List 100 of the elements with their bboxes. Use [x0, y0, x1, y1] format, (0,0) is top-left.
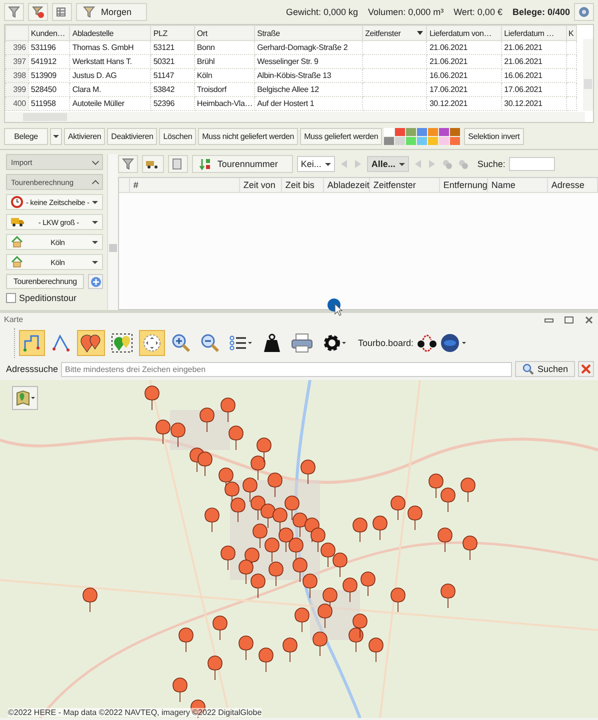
color-swatch[interactable] — [417, 128, 428, 136]
filter-button[interactable] — [4, 3, 24, 21]
group-icon[interactable] — [457, 158, 470, 170]
clear-button[interactable] — [578, 361, 594, 377]
preset-button[interactable]: Morgen — [76, 3, 147, 21]
sort-button[interactable]: Tourennummer — [192, 155, 293, 173]
table-cell: Belgische Allee 12 — [254, 82, 363, 96]
table-cell: 17.06.2021 — [426, 82, 502, 96]
column-header[interactable]: # — [130, 178, 240, 192]
color-swatch[interactable] — [439, 128, 450, 136]
route-tool-button[interactable] — [19, 330, 45, 356]
action-button[interactable]: Löschen — [159, 128, 196, 145]
action-button[interactable]: Aktivieren — [64, 128, 106, 145]
action-button[interactable]: Muss nicht geliefert werden — [198, 128, 298, 145]
caret-icon — [92, 220, 98, 224]
horizontal-scrollbar[interactable] — [5, 112, 585, 122]
color-swatch[interactable] — [428, 128, 438, 136]
column-header[interactable]: Straße — [254, 26, 363, 40]
caret-icon — [92, 200, 98, 204]
weight-icon — [262, 333, 282, 353]
columns-button[interactable] — [52, 3, 72, 21]
column-header[interactable]: Ort — [194, 26, 255, 40]
column-header[interactable]: Zeitfenster — [362, 26, 427, 40]
column-header[interactable]: Kunden… — [28, 26, 70, 40]
tour-dropdown[interactable]: Kei... — [296, 156, 336, 172]
vertical-scrollbar[interactable] — [583, 39, 593, 111]
color-swatch[interactable] — [417, 136, 428, 145]
color-swatch[interactable] — [428, 136, 438, 145]
map-drawing[interactable] — [0, 380, 598, 718]
search-icon — [522, 363, 534, 375]
table-cell: 16.06.2021 — [502, 68, 566, 82]
column-header[interactable]: Adresse — [548, 178, 598, 192]
group-icon[interactable] — [441, 158, 454, 170]
truck-button[interactable] — [142, 155, 164, 173]
caret-icon — [325, 162, 332, 166]
search-field[interactable] — [509, 157, 556, 171]
table-cell: Köln — [194, 68, 255, 82]
sort-icon — [199, 158, 212, 170]
color-swatch[interactable] — [406, 128, 416, 136]
color-swatch[interactable] — [384, 128, 394, 136]
table-cell: 50321 — [150, 54, 194, 68]
color-swatch[interactable] — [395, 128, 406, 136]
column-header[interactable]: Zeitfenster — [370, 178, 440, 192]
restore-icon[interactable] — [564, 316, 574, 324]
table-cell — [362, 96, 427, 110]
globe-icon[interactable] — [440, 333, 468, 353]
table-cell: Werkstatt Hans T. — [70, 54, 151, 68]
dropdown-button[interactable] — [50, 128, 62, 145]
column-header[interactable]: Lieferdatum … — [502, 26, 566, 40]
table-cell — [566, 96, 576, 110]
row-number: 398 — [6, 68, 28, 82]
checkbox[interactable] — [6, 293, 16, 303]
table-cell: Gerhard-Domagk-Straße 2 — [254, 40, 363, 54]
polyline-icon — [51, 333, 71, 353]
truck-icon — [146, 159, 160, 169]
color-swatch[interactable] — [384, 136, 394, 145]
vertical-scrollbar[interactable] — [107, 154, 118, 310]
action-button[interactable]: Deaktivieren — [107, 128, 158, 145]
color-swatch[interactable] — [395, 136, 406, 145]
column-header[interactable]: Name — [488, 178, 548, 192]
table-cell: 513909 — [28, 68, 70, 82]
funnel-icon — [8, 6, 20, 18]
column-header[interactable]: Lieferdatum von… — [426, 26, 502, 40]
color-swatch[interactable] — [450, 128, 460, 136]
filter-button[interactable] — [118, 155, 138, 173]
table-cell: 21.06.2021 — [502, 54, 566, 68]
action-button[interactable]: Muss geliefert werden — [300, 128, 382, 145]
documents-menu-button[interactable]: Belege — [4, 128, 48, 145]
close-icon[interactable] — [584, 316, 594, 324]
table-cell: 21.06.2021 — [426, 54, 502, 68]
column-header[interactable]: PLZ — [150, 26, 194, 40]
filter-dropdown[interactable]: Alle... — [367, 156, 410, 172]
column-header[interactable]: Zeit bis — [282, 178, 324, 192]
column-header[interactable]: Zeit von — [240, 178, 282, 192]
dropdown-arrow-icon[interactable] — [417, 31, 424, 35]
color-swatch[interactable] — [450, 136, 460, 145]
clear-filter-button[interactable] — [28, 3, 48, 21]
row-number: 397 — [6, 54, 28, 68]
settings-button[interactable] — [574, 3, 594, 21]
add-button[interactable] — [88, 274, 104, 289]
column-header[interactable]: Entfernung — [440, 178, 488, 192]
calculate-button[interactable]: Tourenberechnung — [6, 274, 84, 289]
color-swatch[interactable] — [406, 136, 416, 145]
table-cell — [362, 54, 427, 68]
column-header[interactable]: Abladezeit — [324, 178, 370, 192]
address-search-field[interactable]: Bitte mindestens drei Zeichen eingeben — [61, 362, 512, 376]
route-icon — [22, 333, 42, 353]
layers-button[interactable] — [12, 386, 38, 410]
invert-selection-button[interactable]: Selektion invert — [464, 128, 524, 145]
document-icon — [172, 158, 182, 170]
a-to-b-route-icon[interactable] — [416, 334, 437, 352]
table-cell: Clara M. — [70, 82, 151, 96]
minimize-icon[interactable] — [544, 316, 554, 324]
column-header[interactable]: Abladestelle — [70, 26, 151, 40]
table-cell — [362, 40, 427, 54]
column-header[interactable]: K — [566, 26, 576, 40]
color-swatch[interactable] — [439, 136, 450, 145]
pins-tool-button[interactable] — [77, 330, 105, 356]
stat-label: Volumen: 0,000 m³ — [368, 7, 444, 17]
search-button[interactable]: Suchen — [515, 361, 575, 377]
